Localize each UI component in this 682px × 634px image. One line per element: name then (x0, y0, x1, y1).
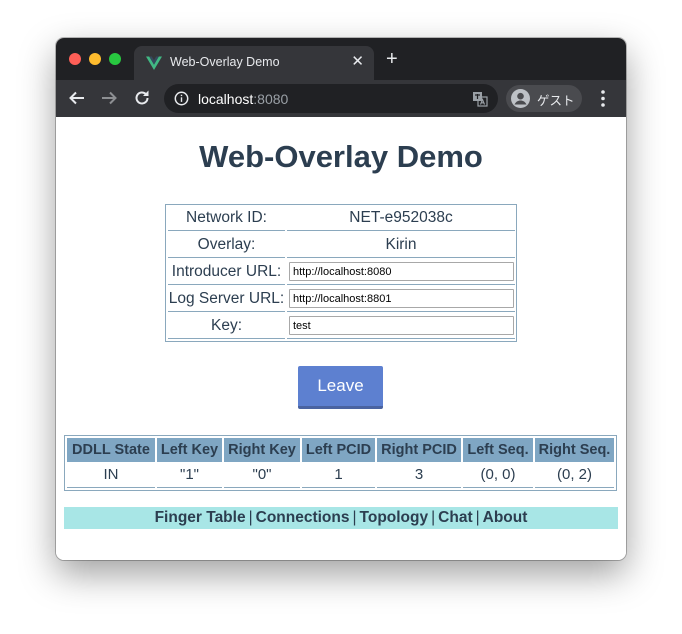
introducer-url-label: Introducer URL: (168, 260, 285, 285)
tab-web-overlay-demo[interactable]: Web-Overlay Demo ✕ (134, 46, 374, 80)
cell-right-seq: (0, 2) (535, 463, 614, 488)
nav-link-about[interactable]: About (483, 509, 528, 526)
vue-logo-icon (146, 56, 162, 70)
reload-icon[interactable] (133, 89, 151, 107)
cell-ddll-state: IN (67, 463, 155, 488)
nav-link-topology[interactable]: Topology (360, 509, 429, 526)
profile-label: ゲスト (537, 94, 575, 108)
introducer-url-input[interactable] (289, 262, 514, 281)
info-table: Network ID: NET-e952038c Overlay: Kirin … (165, 204, 517, 342)
cell-left-pcid: 1 (302, 463, 375, 488)
profile-button[interactable]: ゲスト (506, 85, 582, 112)
nav-link-finger-table[interactable]: Finger Table (155, 509, 246, 526)
back-arrow-icon[interactable] (68, 89, 86, 107)
close-window-button[interactable] (69, 53, 81, 65)
nav-separator: | (352, 509, 357, 526)
cell-right-key: "0" (224, 463, 300, 488)
nav-link-connections[interactable]: Connections (256, 509, 350, 526)
tab-title: Web-Overlay Demo (170, 55, 280, 69)
menu-icon[interactable] (601, 90, 605, 107)
cell-left-key: "1" (157, 463, 222, 488)
url-host: localhost (198, 91, 254, 107)
cell-right-pcid: 3 (377, 463, 461, 488)
address-bar[interactable]: localhost:8080 (164, 84, 498, 113)
page-title: Web-Overlay Demo (199, 139, 483, 174)
minimize-window-button[interactable] (89, 53, 101, 65)
key-label: Key: (168, 314, 285, 339)
info-icon[interactable] (174, 91, 189, 106)
header-left-seq: Left Seq. (463, 438, 533, 462)
log-server-url-label: Log Server URL: (168, 287, 285, 312)
header-left-key: Left Key (157, 438, 222, 462)
header-right-key: Right Key (224, 438, 300, 462)
translate-icon[interactable] (472, 91, 488, 107)
key-input[interactable] (289, 316, 514, 335)
network-id-label: Network ID: (168, 206, 285, 231)
nav-links-bar: Finger Table | Connections | Topology | Chat | A… (64, 507, 618, 529)
overlay-label: Overlay: (168, 233, 285, 258)
maximize-window-button[interactable] (109, 53, 121, 65)
url-text: localhost:8080 (198, 91, 288, 107)
cell-left-seq: (0, 0) (463, 463, 533, 488)
profile-avatar-icon (511, 89, 530, 108)
nav-link-chat[interactable]: Chat (438, 509, 472, 526)
network-id-value: NET-e952038c (287, 206, 515, 231)
log-server-url-input[interactable] (289, 289, 514, 308)
leave-button[interactable]: Leave (298, 366, 383, 409)
close-icon[interactable]: ✕ (351, 52, 364, 72)
header-ddll-state: DDLL State (67, 438, 155, 462)
header-left-pcid: Left PCID (302, 438, 375, 462)
forward-arrow-icon[interactable] (100, 89, 118, 107)
browser-window: Web-Overlay Demo ✕ + localhost:8080 ゲスト … (56, 38, 626, 560)
ddll-status-table: DDLL State Left Key Right Key Left PCID … (64, 435, 617, 491)
tab-bar: Web-Overlay Demo ✕ + (56, 38, 626, 80)
page-content: Web-Overlay Demo Network ID: NET-e952038… (56, 117, 626, 560)
nav-separator: | (475, 509, 480, 526)
overlay-value: Kirin (287, 233, 515, 258)
nav-separator: | (431, 509, 436, 526)
url-port: :8080 (253, 91, 289, 107)
header-right-pcid: Right PCID (377, 438, 461, 462)
browser-toolbar: localhost:8080 ゲスト (56, 80, 626, 117)
header-right-seq: Right Seq. (535, 438, 614, 462)
plus-icon[interactable]: + (386, 49, 398, 69)
nav-separator: | (248, 509, 253, 526)
